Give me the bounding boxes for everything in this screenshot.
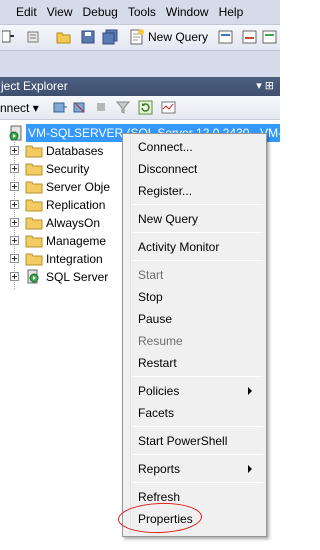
server-context-menu: Connect... Disconnect Register... New Qu… [122,133,267,537]
sql-agent-icon [27,269,39,284]
save-all-icon[interactable] [102,29,118,45]
object-explorer-title: ject Explorer ▾ ⊞ [0,77,280,96]
folder-icon [25,163,43,176]
menu-separator [133,232,263,233]
filter-icon[interactable] [116,100,131,115]
expand-icon[interactable] [10,164,19,173]
tree-node-label: Security [46,162,90,176]
new-query-label: New Query [148,30,209,44]
tree-node-label: Integration [46,252,103,266]
connect-object-explorer-icon[interactable] [52,100,67,115]
server-running-icon [9,125,22,141]
activity-monitor-icon[interactable] [161,100,176,115]
tree-node-label: Replication [46,198,106,212]
tree-node-label: AlwaysOn [46,216,101,230]
menu-separator [133,204,263,205]
menu-separator [133,482,263,483]
menu-item-connect[interactable]: Connect... [138,139,193,155]
menu-edit[interactable]: Edit [0,0,42,25]
menu-item-new-query[interactable]: New Query [138,211,198,227]
tree-node-label: Manageme [46,234,107,248]
menu-item-activity-monitor[interactable]: Activity Monitor [138,239,219,255]
expand-icon[interactable] [10,146,19,155]
menu-window[interactable]: Window [161,0,214,25]
expand-icon[interactable] [10,218,19,227]
menu-item-pause[interactable]: Pause [138,311,172,327]
analysis-query-icon[interactable] [242,29,258,45]
menu-item-restart[interactable]: Restart [138,355,177,371]
menu-item-policies[interactable]: Policies [138,383,179,399]
expand-icon[interactable] [10,272,19,281]
add-item-icon[interactable] [26,29,42,45]
menu-debug[interactable]: Debug [77,0,122,25]
connect-dropdown[interactable]: nnect ▾ [0,96,39,120]
folder-icon [25,199,43,212]
new-query-button[interactable]: New Query [126,27,212,48]
expand-icon[interactable] [10,200,19,209]
disconnect-icon[interactable] [72,100,87,115]
folder-icon [25,145,43,158]
menu-item-start-powershell[interactable]: Start PowerShell [138,433,227,449]
menu-item-disconnect[interactable]: Disconnect [138,161,197,177]
menu-view[interactable]: View [42,0,78,25]
menu-separator [133,426,263,427]
pin-icon[interactable]: ▾ ⊞ [256,77,274,96]
folder-icon [25,235,43,248]
refresh-icon[interactable] [138,100,153,115]
new-project-icon[interactable] [2,29,18,45]
tree-node-label: Databases [46,144,104,158]
stop-icon[interactable] [94,100,109,115]
expand-icon[interactable] [10,182,19,191]
menu-item-stop[interactable]: Stop [138,289,163,305]
expand-icon[interactable] [10,236,19,245]
save-icon[interactable] [80,29,96,45]
toolbar-gap [0,51,280,77]
expand-icon[interactable] [10,254,19,263]
open-folder-icon[interactable] [56,29,72,45]
menu-item-facets[interactable]: Facets [138,405,174,421]
submenu-arrow-icon [248,387,252,395]
folder-icon [25,217,43,230]
menu-help[interactable]: Help [214,0,249,25]
main-toolbar: New Query [0,25,280,51]
menu-item-reports[interactable]: Reports [138,461,180,477]
object-explorer-toolbar: nnect ▾ [0,96,280,120]
tree-node-label: SQL Server [46,270,109,284]
menu-separator [133,260,263,261]
menu-tools[interactable]: Tools [123,0,161,25]
menu-item-resume[interactable]: Resume [138,333,183,349]
folder-icon [25,181,43,194]
tree-node-label: Server Obje [46,180,111,194]
new-query-icon [130,29,144,45]
mdx-query-icon[interactable] [262,29,278,45]
menu-item-start[interactable]: Start [138,267,163,283]
menu-separator [133,454,263,455]
menu-separator [133,376,263,377]
menu-bar: Edit View Debug Tools Window Help [0,0,280,25]
submenu-arrow-icon [248,465,252,473]
object-explorer-title-text: ject Explorer [1,79,68,93]
folder-icon [25,253,43,266]
database-engine-query-icon[interactable] [218,29,234,45]
menu-item-register[interactable]: Register... [138,183,192,199]
